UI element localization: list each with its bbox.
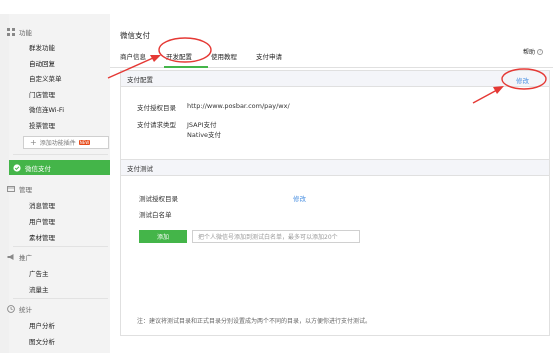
sidebar-item-auto-reply[interactable]: 自动回复 [29,58,55,68]
add-whitelist-button[interactable]: 添加 [139,230,187,243]
sidebar-item-mass-send[interactable]: 群发功能 [29,42,55,52]
main-content: 微信支付 商户信息 开发配置 使用教程 支付申请 帮助 ? 支付配置 修改 支付… [110,14,553,353]
page-title: 微信支付 [120,31,150,40]
sidebar-group-label: 推广 [19,254,32,262]
sidebar-selected-label: 微信支付 [25,164,51,173]
sidebar-item-users[interactable]: 用户管理 [29,216,55,226]
top-band [0,0,553,14]
edit-config-link[interactable]: 修改 [516,75,529,85]
tab-merchant-info[interactable]: 商户信息 [120,51,146,61]
sidebar-divider [13,246,108,247]
sidebar-item-store-manage[interactable]: 门店管理 [29,89,55,99]
sidebar-group-manage: 管理 [7,184,32,194]
add-plugin-label: 添加功能插件 [39,140,76,147]
sidebar-group-promo: 推广 [7,252,32,262]
sidebar-divider [13,154,108,155]
sidebar-item-user-analysis[interactable]: 用户分析 [29,320,55,330]
sidebar-item-materials[interactable]: 素材管理 [29,232,55,242]
question-icon: ? [537,48,543,55]
auth-dir-value: http://www.posbar.com/pay/wx/ [187,102,290,110]
sidebar-group-features: 功能 [7,27,32,37]
tab-pay-apply[interactable]: 支付申请 [256,51,282,61]
pay-test-panel: 支付测试 测试授权目录 修改 测试白名单 添加 把个人微信号添加到测试白名单，最… [120,159,550,336]
panel-title: 支付测试 [127,164,153,173]
req-type-native: Native支付 [187,131,222,139]
help-label: 帮助 [522,49,535,56]
req-type-label: 支付请求类型 [137,121,176,129]
panel-header: 支付配置 [121,71,549,87]
whitelist-label: 测试白名单 [139,211,172,219]
tab-bar: 商户信息 开发配置 使用教程 支付申请 [110,44,553,68]
sidebar-divider [13,298,108,299]
sidebar-item-vote[interactable]: 投票管理 [29,120,55,130]
megaphone-icon [7,253,15,261]
edit-test-dir-link[interactable]: 修改 [293,193,306,203]
sidebar-item-publisher[interactable]: 流量主 [29,284,49,294]
sidebar-item-article-analysis[interactable]: 图文分析 [29,336,55,346]
sidebar-item-wechat-pay[interactable]: 微信支付 [9,160,110,175]
plus-icon: + [30,138,37,147]
whitelist-input[interactable]: 把个人微信号添加到测试白名单，最多可以添加20个 [192,230,360,243]
sidebar-group-stats: 统计 [7,304,32,314]
sidebar-group-label: 统计 [19,306,32,314]
tab-dev-config[interactable]: 开发配置 [166,51,192,61]
sidebar-item-advertiser[interactable]: 广告主 [29,268,49,278]
sidebar-item-custom-menu[interactable]: 自定义菜单 [29,73,62,83]
tab-tutorial[interactable]: 使用教程 [211,51,237,61]
pay-config-panel: 支付配置 修改 支付授权目录 http://www.posbar.com/pay… [120,70,550,165]
wechat-pay-icon [13,163,21,172]
new-badge: NEW [78,140,91,145]
grid-icon [7,28,15,36]
test-note: 注：建议将测试目录和正式目录分别设置成为两个不同的目录，以方便你进行支付测试。 [137,318,372,325]
add-plugin-button[interactable]: + 添加功能插件 NEW [23,136,109,149]
panel-title: 支付配置 [127,75,153,84]
help-link[interactable]: 帮助 ? [523,47,543,56]
sidebar-group-label: 功能 [19,29,32,37]
sidebar-item-wifi[interactable]: 微信连Wi-Fi [29,104,64,114]
sidebar-group-label: 管理 [19,186,32,194]
sidebar-item-messages[interactable]: 消息管理 [29,200,55,210]
folder-icon [7,185,15,193]
test-dir-label: 测试授权目录 [139,195,178,203]
req-type-jsapi: JSAPI支付 [187,121,217,129]
clock-icon [7,305,15,313]
auth-dir-label: 支付授权目录 [137,104,176,112]
panel-header: 支付测试 [121,160,549,176]
active-tab-indicator [164,66,208,68]
